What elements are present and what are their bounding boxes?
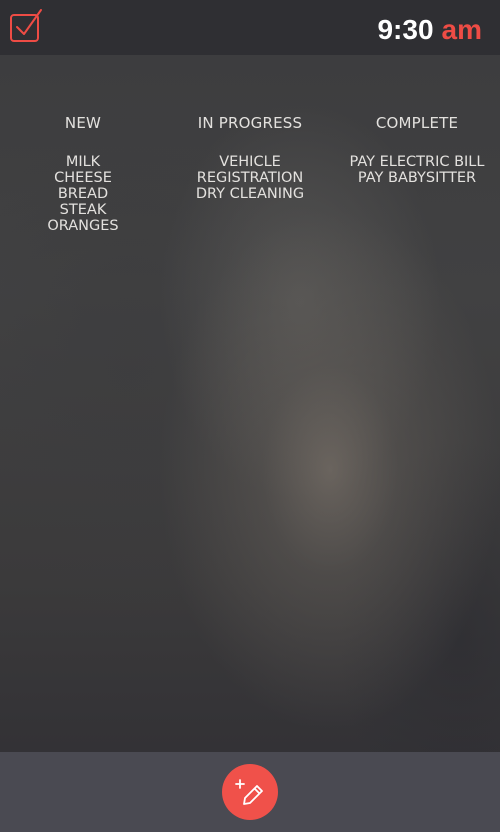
task-item[interactable]: ORANGES bbox=[0, 218, 166, 234]
task-item[interactable]: CHEESE bbox=[0, 170, 166, 186]
add-edit-icon bbox=[235, 779, 263, 805]
task-list: PAY ELECTRIC BILL PAY BABYSITTER bbox=[334, 154, 500, 186]
column-title: IN PROGRESS bbox=[197, 114, 303, 132]
column-title: NEW bbox=[64, 114, 102, 132]
add-task-button[interactable] bbox=[222, 764, 278, 820]
column-new: NEW MILK CHEESE BREAD STEAK ORANGES bbox=[0, 112, 166, 234]
task-item[interactable]: STEAK bbox=[0, 202, 166, 218]
column-complete: COMPLETE PAY ELECTRIC BILL PAY BABYSITTE… bbox=[334, 112, 500, 186]
task-item[interactable]: PAY BABYSITTER bbox=[334, 170, 500, 186]
clock: 9:30 am bbox=[377, 10, 482, 50]
checkbox-check-icon[interactable] bbox=[8, 8, 44, 44]
column-in-progress: IN PROGRESS VEHICLE REGISTRATION DRY CLE… bbox=[167, 112, 333, 202]
task-item[interactable]: VEHICLE bbox=[167, 154, 333, 170]
task-item[interactable]: PAY ELECTRIC BILL bbox=[334, 154, 500, 170]
column-title: COMPLETE bbox=[375, 114, 459, 132]
task-item[interactable]: BREAD bbox=[0, 186, 166, 202]
clock-time: 9:30 bbox=[377, 14, 434, 45]
task-item[interactable]: REGISTRATION bbox=[167, 170, 333, 186]
clock-ampm: am bbox=[441, 14, 482, 45]
footer bbox=[0, 752, 500, 832]
app: 9:30 am NEW MILK CHEESE BREAD STEAK ORANG… bbox=[0, 0, 500, 832]
header: 9:30 am bbox=[0, 0, 500, 55]
task-item[interactable]: DRY CLEANING bbox=[167, 186, 333, 202]
task-item[interactable]: MILK bbox=[0, 154, 166, 170]
task-list: MILK CHEESE BREAD STEAK ORANGES bbox=[0, 154, 166, 234]
task-list: VEHICLE REGISTRATION DRY CLEANING bbox=[167, 154, 333, 202]
